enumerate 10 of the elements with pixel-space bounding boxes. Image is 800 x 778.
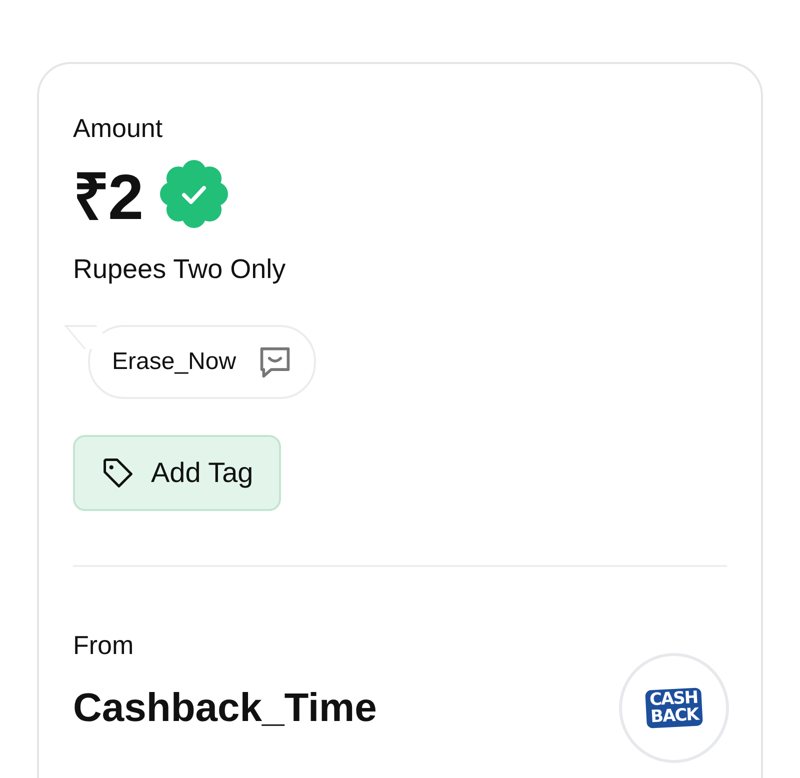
- cashback-logo: CASH BACK: [644, 688, 703, 728]
- chat-icon: [258, 345, 292, 379]
- amount-label: Amount: [73, 112, 164, 144]
- tag-icon: [101, 456, 135, 490]
- amount-in-words: Rupees Two Only: [73, 254, 287, 285]
- add-tag-button[interactable]: Add Tag: [73, 435, 282, 511]
- note-text: Erase_Now: [112, 348, 236, 376]
- sender-name: Cashback_Time: [73, 686, 377, 730]
- amount-value: ₹2: [73, 160, 142, 234]
- from-label: From: [73, 629, 135, 661]
